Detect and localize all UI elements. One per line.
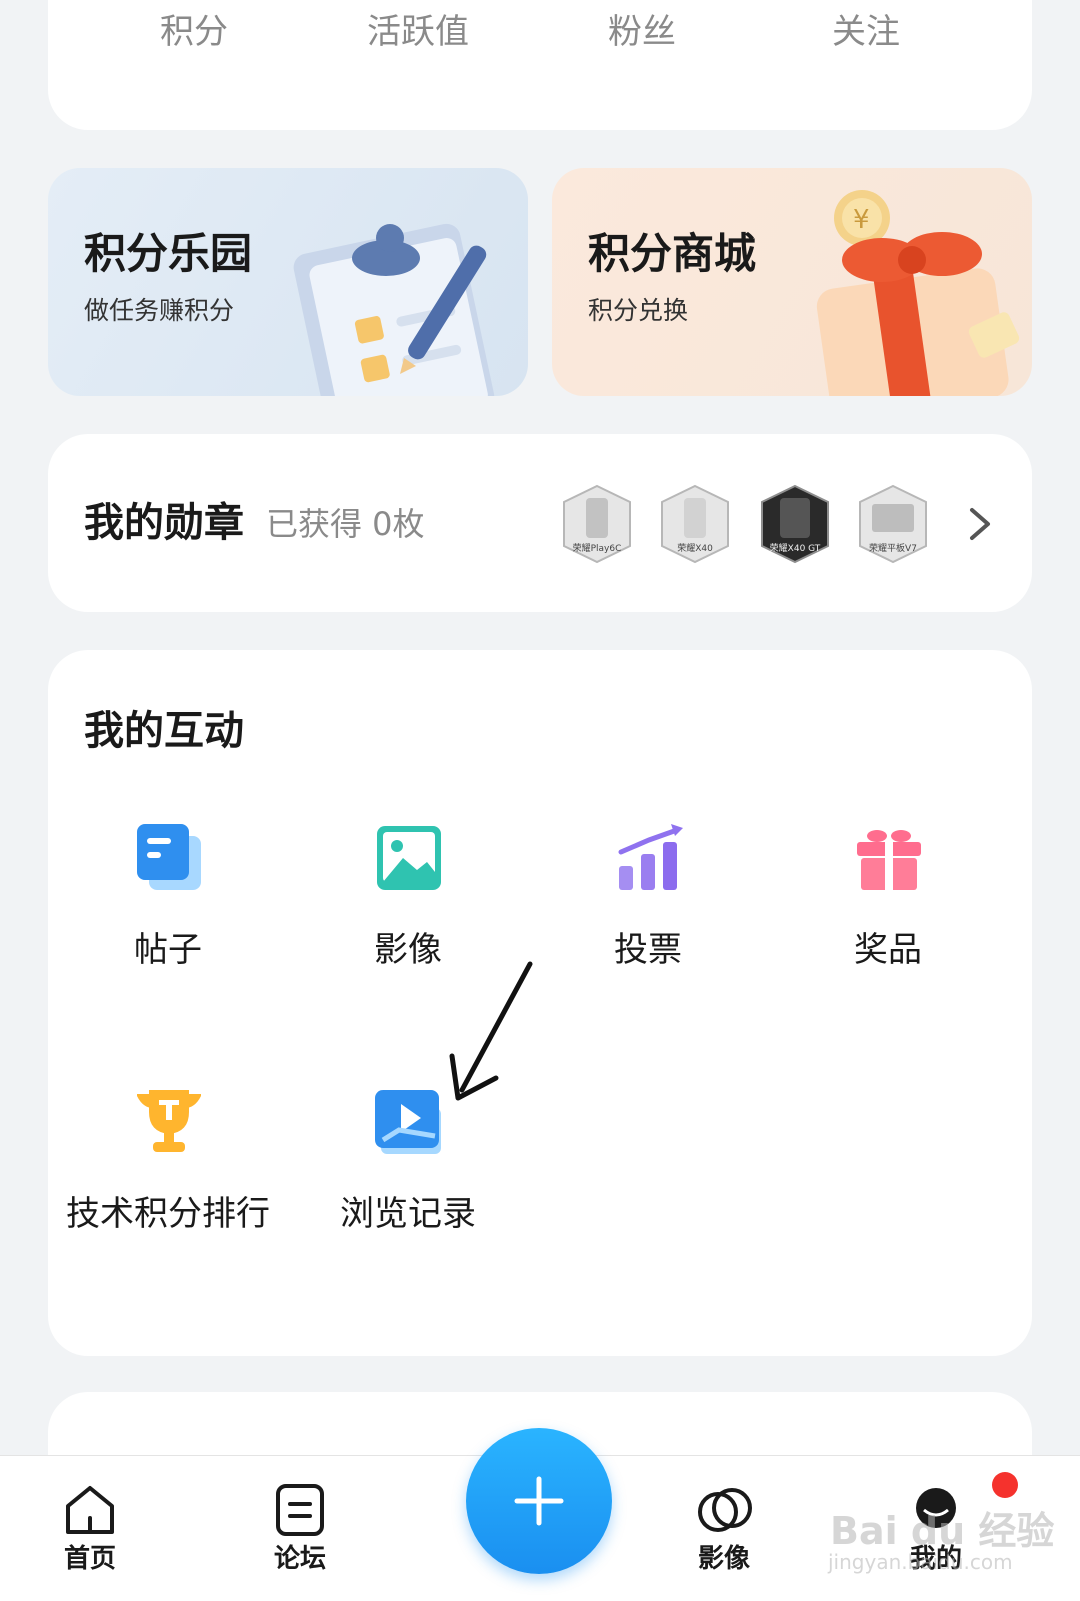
stat-label: 积分 xyxy=(160,12,228,52)
points-park-title: 积分乐园 xyxy=(84,229,253,278)
medals-title: 我的勋章 xyxy=(84,500,244,546)
nav-home[interactable]: 首页 xyxy=(30,1480,150,1574)
vote-icon xyxy=(618,824,683,890)
plus-icon xyxy=(514,1476,564,1526)
home-icon xyxy=(66,1486,114,1534)
interaction-label: 帖子 xyxy=(134,930,202,970)
interaction-label: 投票 xyxy=(614,930,682,970)
forum-icon xyxy=(276,1484,324,1536)
history-icon xyxy=(375,1090,441,1154)
trophy-icon xyxy=(137,1090,201,1152)
stat-label: 活跃值 xyxy=(367,12,469,52)
medals-card[interactable]: 我的勋章 已获得 0枚 荣耀Play6C 荣耀X40 荣耀X40 GT 荣耀平板… xyxy=(48,434,1032,612)
nav-gallery[interactable]: 影像 xyxy=(664,1480,784,1574)
points-mall-title: 积分商城 xyxy=(588,229,757,278)
interactions-title: 我的互动 xyxy=(84,708,244,754)
interactions-card: 我的互动 帖子 影像 投票 奖品 技术积分排行 浏览记录 xyxy=(48,650,1032,1356)
points-mall-card[interactable]: 积分商城 积分兑换 ¥ xyxy=(552,168,1032,396)
medal-badge[interactable]: 荣耀X40 xyxy=(658,484,732,564)
stat-label: 粉丝 xyxy=(608,12,676,52)
gift-box-icon: ¥ xyxy=(816,190,1020,396)
create-post-button[interactable] xyxy=(466,1428,612,1574)
medal-badge[interactable]: 荣耀Play6C xyxy=(560,484,634,564)
gallery-icon xyxy=(698,1488,752,1532)
annotation-arrow-icon xyxy=(449,961,533,1101)
medal-badge[interactable]: 荣耀X40 GT xyxy=(758,484,832,564)
points-park-card[interactable]: 积分乐园 做任务赚积分 xyxy=(48,168,528,396)
svg-text:¥: ¥ xyxy=(853,205,870,235)
nav-label: 首页 xyxy=(63,1544,116,1574)
nav-label: 影像 xyxy=(697,1544,750,1574)
medal-caption: 荣耀X40 GT xyxy=(769,544,821,554)
points-mall-subtitle: 积分兑换 xyxy=(588,296,689,325)
stat-label: 关注 xyxy=(832,12,900,52)
medal-caption: 荣耀平板V7 xyxy=(869,544,917,554)
medal-caption: 荣耀X40 xyxy=(677,544,713,554)
nav-label: 论坛 xyxy=(273,1544,326,1574)
watermark-url: jingyan.baidu.com xyxy=(828,1550,1013,1574)
medal-caption: 荣耀Play6C xyxy=(572,544,622,554)
nav-forum[interactable]: 论坛 xyxy=(240,1480,360,1574)
interaction-label: 技术积分排行 xyxy=(66,1194,270,1234)
interaction-label: 奖品 xyxy=(854,930,922,970)
posts-icon xyxy=(137,824,201,890)
chevron-right-icon[interactable] xyxy=(960,504,1000,544)
interaction-label: 浏览记录 xyxy=(340,1194,476,1234)
watermark-text: Bai du 经验 xyxy=(830,1509,1055,1553)
medal-badge[interactable]: 荣耀平板V7 xyxy=(856,484,930,564)
clipboard-icon xyxy=(293,223,495,396)
image-icon xyxy=(377,826,441,890)
notification-dot xyxy=(992,1472,1018,1498)
stats-card: 0 积分 15 活跃值 0 粉丝 0 关注 xyxy=(48,0,1032,130)
medals-count: 已获得 0枚 xyxy=(266,505,425,543)
gift-icon xyxy=(857,830,921,890)
points-park-subtitle: 做任务赚积分 xyxy=(84,296,235,325)
